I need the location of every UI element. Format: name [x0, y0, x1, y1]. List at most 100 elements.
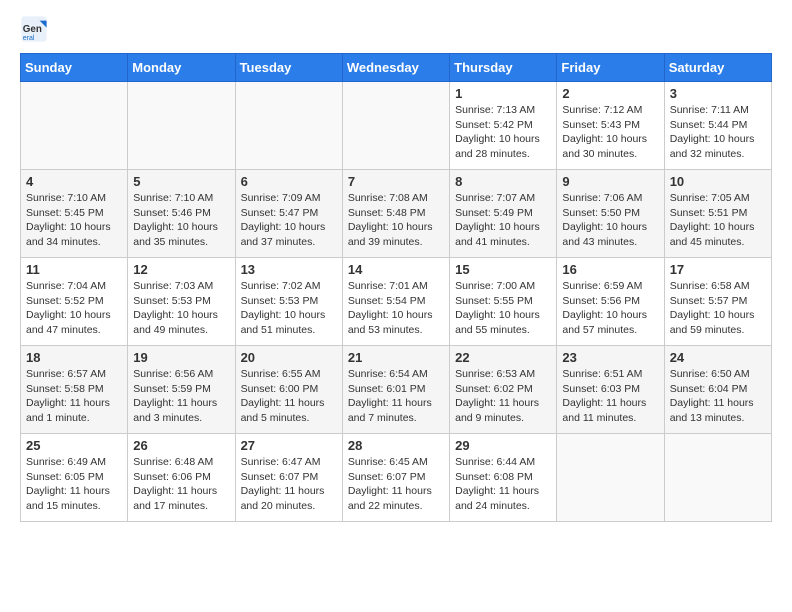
day-info: Sunrise: 6:58 AMSunset: 5:57 PMDaylight:… — [670, 279, 766, 338]
day-info: Sunrise: 6:50 AMSunset: 6:04 PMDaylight:… — [670, 367, 766, 426]
day-number: 29 — [455, 438, 551, 453]
calendar-cell: 9 Sunrise: 7:06 AMSunset: 5:50 PMDaylight… — [557, 170, 664, 258]
calendar-week-row: 18 Sunrise: 6:57 AMSunset: 5:58 PMDayligh… — [21, 346, 772, 434]
day-info: Sunrise: 6:45 AMSunset: 6:07 PMDaylight:… — [348, 455, 444, 514]
calendar-cell: 27Sunrise: 6:47 AMSunset: 6:07 PMDayligh… — [235, 434, 342, 522]
day-info: Sunrise: 7:04 AMSunset: 5:52 PMDaylight:… — [26, 279, 122, 338]
calendar-cell: 21 Sunrise: 6:54 AMSunset: 6:01 PMDayligh… — [342, 346, 449, 434]
day-info: Sunrise: 6:47 AMSunset: 6:07 PMDaylight:… — [241, 455, 337, 514]
logo: Gen eral — [20, 15, 52, 43]
day-number: 21 — [348, 350, 444, 365]
day-number: 8 — [455, 174, 551, 189]
day-info: Sunrise: 7:02 AMSunset: 5:53 PMDaylight:… — [241, 279, 337, 338]
day-number: 10 — [670, 174, 766, 189]
calendar-table: SundayMondayTuesdayWednesdayThursdayFrid… — [20, 53, 772, 522]
day-number: 19 — [133, 350, 229, 365]
calendar-cell: 5Sunrise: 7:10 AMSunset: 5:46 PMDaylight… — [128, 170, 235, 258]
day-number: 28 — [348, 438, 444, 453]
day-number: 14 — [348, 262, 444, 277]
day-number: 16 — [562, 262, 658, 277]
day-number: 26 — [133, 438, 229, 453]
day-info: Sunrise: 7:12 AMSunset: 5:43 PMDaylight:… — [562, 103, 658, 162]
calendar-cell: 19 Sunrise: 6:56 AMSunset: 5:59 PMDayligh… — [128, 346, 235, 434]
day-info: Sunrise: 7:00 AMSunset: 5:55 PMDaylight:… — [455, 279, 551, 338]
calendar-cell: 2 Sunrise: 7:12 AMSunset: 5:43 PMDaylight… — [557, 82, 664, 170]
day-number: 11 — [26, 262, 122, 277]
calendar-cell — [21, 82, 128, 170]
day-number: 24 — [670, 350, 766, 365]
day-number: 12 — [133, 262, 229, 277]
day-info: Sunrise: 6:48 AMSunset: 6:06 PMDaylight:… — [133, 455, 229, 514]
calendar-cell — [342, 82, 449, 170]
day-number: 25 — [26, 438, 122, 453]
calendar-cell: 16 Sunrise: 6:59 AMSunset: 5:56 PMDayligh… — [557, 258, 664, 346]
day-info: Sunrise: 7:08 AMSunset: 5:48 PMDaylight:… — [348, 191, 444, 250]
day-info: Sunrise: 7:06 AMSunset: 5:50 PMDaylight:… — [562, 191, 658, 250]
day-info: Sunrise: 6:51 AMSunset: 6:03 PMDaylight:… — [562, 367, 658, 426]
calendar-cell: 23 Sunrise: 6:51 AMSunset: 6:03 PMDayligh… — [557, 346, 664, 434]
day-number: 15 — [455, 262, 551, 277]
calendar-week-row: 11 Sunrise: 7:04 AMSunset: 5:52 PMDayligh… — [21, 258, 772, 346]
day-number: 2 — [562, 86, 658, 101]
day-info: Sunrise: 7:05 AMSunset: 5:51 PMDaylight:… — [670, 191, 766, 250]
day-info: Sunrise: 7:01 AMSunset: 5:54 PMDaylight:… — [348, 279, 444, 338]
calendar-cell: 10 Sunrise: 7:05 AMSunset: 5:51 PMDayligh… — [664, 170, 771, 258]
calendar-cell: 29 Sunrise: 6:44 AMSunset: 6:08 PMDayligh… — [450, 434, 557, 522]
day-number: 18 — [26, 350, 122, 365]
calendar-cell: 11 Sunrise: 7:04 AMSunset: 5:52 PMDayligh… — [21, 258, 128, 346]
day-number: 5 — [133, 174, 229, 189]
calendar-cell: 7 Sunrise: 7:08 AMSunset: 5:48 PMDaylight… — [342, 170, 449, 258]
page-header: Gen eral — [20, 15, 772, 43]
column-header-wednesday: Wednesday — [342, 54, 449, 82]
calendar-cell: 12 Sunrise: 7:03 AMSunset: 5:53 PMDayligh… — [128, 258, 235, 346]
calendar-cell: 8 Sunrise: 7:07 AMSunset: 5:49 PMDaylight… — [450, 170, 557, 258]
day-info: Sunrise: 6:56 AMSunset: 5:59 PMDaylight:… — [133, 367, 229, 426]
day-info: Sunrise: 7:10 AMSunset: 5:45 PMDaylight:… — [26, 191, 122, 250]
day-number: 22 — [455, 350, 551, 365]
column-header-tuesday: Tuesday — [235, 54, 342, 82]
calendar-cell: 14 Sunrise: 7:01 AMSunset: 5:54 PMDayligh… — [342, 258, 449, 346]
day-number: 20 — [241, 350, 337, 365]
day-info: Sunrise: 7:11 AMSunset: 5:44 PMDaylight:… — [670, 103, 766, 162]
calendar-cell: 20 Sunrise: 6:55 AMSunset: 6:00 PMDayligh… — [235, 346, 342, 434]
calendar-cell: 4 Sunrise: 7:10 AMSunset: 5:45 PMDaylight… — [21, 170, 128, 258]
calendar-header-row: SundayMondayTuesdayWednesdayThursdayFrid… — [21, 54, 772, 82]
calendar-cell: 26 Sunrise: 6:48 AMSunset: 6:06 PMDayligh… — [128, 434, 235, 522]
day-info: Sunrise: 6:55 AMSunset: 6:00 PMDaylight:… — [241, 367, 337, 426]
day-number: 7 — [348, 174, 444, 189]
day-info: Sunrise: 6:53 AMSunset: 6:02 PMDaylight:… — [455, 367, 551, 426]
column-header-thursday: Thursday — [450, 54, 557, 82]
day-info: Sunrise: 6:44 AMSunset: 6:08 PMDaylight:… — [455, 455, 551, 514]
day-info: Sunrise: 6:59 AMSunset: 5:56 PMDaylight:… — [562, 279, 658, 338]
day-info: Sunrise: 6:49 AMSunset: 6:05 PMDaylight:… — [26, 455, 122, 514]
column-header-monday: Monday — [128, 54, 235, 82]
day-info: Sunrise: 6:57 AMSunset: 5:58 PMDaylight:… — [26, 367, 122, 426]
calendar-cell: 6Sunrise: 7:09 AMSunset: 5:47 PMDaylight… — [235, 170, 342, 258]
column-header-friday: Friday — [557, 54, 664, 82]
column-header-saturday: Saturday — [664, 54, 771, 82]
day-number: 9 — [562, 174, 658, 189]
day-number: 4 — [26, 174, 122, 189]
calendar-week-row: 1Sunrise: 7:13 AMSunset: 5:42 PMDaylight… — [21, 82, 772, 170]
day-number: 13 — [241, 262, 337, 277]
calendar-cell — [235, 82, 342, 170]
calendar-cell: 28 Sunrise: 6:45 AMSunset: 6:07 PMDayligh… — [342, 434, 449, 522]
day-number: 3 — [670, 86, 766, 101]
calendar-cell: 22 Sunrise: 6:53 AMSunset: 6:02 PMDayligh… — [450, 346, 557, 434]
calendar-week-row: 25 Sunrise: 6:49 AMSunset: 6:05 PMDayligh… — [21, 434, 772, 522]
day-info: Sunrise: 7:03 AMSunset: 5:53 PMDaylight:… — [133, 279, 229, 338]
column-header-sunday: Sunday — [21, 54, 128, 82]
logo-icon: Gen eral — [20, 15, 48, 43]
svg-text:eral: eral — [23, 35, 35, 42]
day-info: Sunrise: 7:13 AMSunset: 5:42 PMDaylight:… — [455, 103, 551, 162]
day-number: 23 — [562, 350, 658, 365]
calendar-cell: 13 Sunrise: 7:02 AMSunset: 5:53 PMDayligh… — [235, 258, 342, 346]
day-info: Sunrise: 6:54 AMSunset: 6:01 PMDaylight:… — [348, 367, 444, 426]
calendar-cell: 15 Sunrise: 7:00 AMSunset: 5:55 PMDayligh… — [450, 258, 557, 346]
day-info: Sunrise: 7:07 AMSunset: 5:49 PMDaylight:… — [455, 191, 551, 250]
day-number: 17 — [670, 262, 766, 277]
calendar-cell — [128, 82, 235, 170]
day-info: Sunrise: 7:09 AMSunset: 5:47 PMDaylight:… — [241, 191, 337, 250]
calendar-week-row: 4 Sunrise: 7:10 AMSunset: 5:45 PMDaylight… — [21, 170, 772, 258]
calendar-cell: 1Sunrise: 7:13 AMSunset: 5:42 PMDaylight… — [450, 82, 557, 170]
